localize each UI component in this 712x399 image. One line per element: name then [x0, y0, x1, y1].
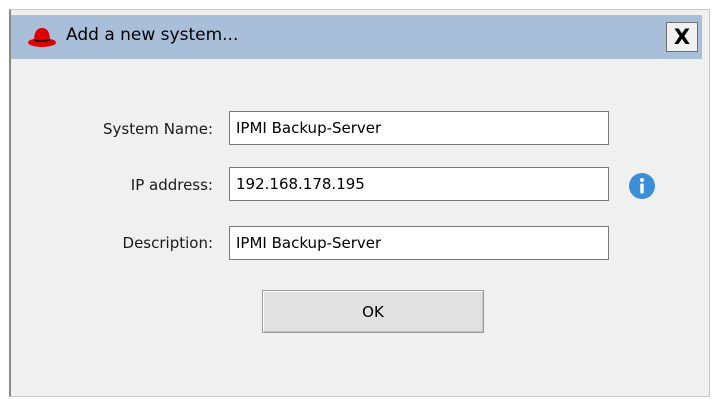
dialog-title: Add a new system...	[66, 25, 239, 45]
description-label: Description:	[122, 234, 213, 252]
ip-address-label: IP address:	[130, 176, 213, 194]
close-button[interactable]: X	[666, 22, 698, 52]
dialog-window	[9, 9, 710, 397]
description-input[interactable]	[229, 226, 609, 260]
info-icon[interactable]	[628, 172, 656, 200]
title-bar[interactable]: Add a new system... X	[11, 15, 702, 59]
ok-button[interactable]: OK	[262, 290, 484, 333]
red-hat-icon	[27, 26, 57, 48]
system-name-input[interactable]	[229, 111, 609, 145]
system-name-label: System Name:	[102, 120, 213, 138]
ip-address-input[interactable]	[229, 167, 609, 201]
